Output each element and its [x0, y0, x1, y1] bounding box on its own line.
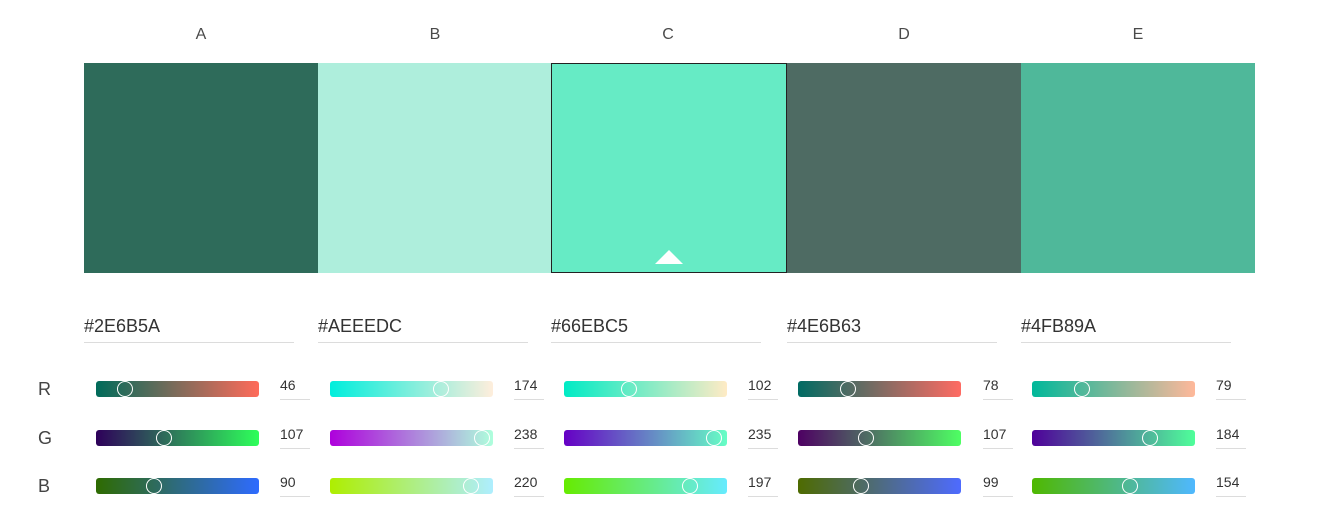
slider-thumb-g-b[interactable]: [474, 430, 491, 446]
slider-thumb-g-c[interactable]: [706, 430, 723, 446]
value-g-a[interactable]: 107: [280, 426, 310, 449]
value-b-c[interactable]: 197: [748, 474, 778, 497]
slider-r-b[interactable]: [330, 381, 493, 397]
slider-g-b[interactable]: [330, 430, 493, 446]
slider-r-a[interactable]: [96, 381, 259, 397]
slider-thumb-b-b[interactable]: [462, 478, 479, 494]
slider-b-e[interactable]: [1032, 478, 1195, 494]
value-r-e[interactable]: 79: [1216, 377, 1246, 400]
slider-thumb-g-d[interactable]: [858, 430, 875, 446]
slider-thumb-b-c[interactable]: [681, 478, 698, 494]
slider-thumb-r-c[interactable]: [621, 381, 638, 397]
color-swatch-b[interactable]: [318, 63, 551, 273]
slider-b-c[interactable]: [564, 478, 727, 494]
value-g-d[interactable]: 107: [983, 426, 1013, 449]
value-r-b[interactable]: 174: [514, 377, 544, 400]
slider-thumb-r-d[interactable]: [839, 381, 856, 397]
value-g-e[interactable]: 184: [1216, 426, 1246, 449]
slider-thumb-b-e[interactable]: [1122, 478, 1139, 494]
hex-input-a[interactable]: #2E6B5A: [84, 314, 294, 343]
hex-input-b[interactable]: #AEEEDC: [318, 314, 528, 343]
column-letter-d: D: [898, 26, 910, 43]
color-swatch-a[interactable]: [84, 63, 318, 273]
column-letter-c: C: [662, 26, 674, 43]
hex-input-c[interactable]: #66EBC5: [551, 314, 761, 343]
color-swatch-d[interactable]: [787, 63, 1021, 273]
slider-thumb-b-a[interactable]: [145, 478, 162, 494]
slider-b-b[interactable]: [330, 478, 493, 494]
color-swatch-e[interactable]: [1021, 63, 1255, 273]
slider-thumb-g-a[interactable]: [156, 430, 173, 446]
value-b-d[interactable]: 99: [983, 474, 1013, 497]
slider-thumb-r-b[interactable]: [433, 381, 450, 397]
hex-input-d[interactable]: #4E6B63: [787, 314, 997, 343]
value-g-c[interactable]: 235: [748, 426, 778, 449]
slider-r-c[interactable]: [564, 381, 727, 397]
column-letter-b: B: [429, 26, 441, 43]
slider-thumb-r-a[interactable]: [117, 381, 134, 397]
color-swatch-c[interactable]: [551, 63, 787, 273]
slider-thumb-r-e[interactable]: [1074, 381, 1091, 397]
slider-thumb-g-e[interactable]: [1141, 430, 1158, 446]
triangle-up-icon: [655, 250, 683, 264]
slider-g-e[interactable]: [1032, 430, 1195, 446]
slider-r-d[interactable]: [798, 381, 961, 397]
slider-g-c[interactable]: [564, 430, 727, 446]
slider-r-e[interactable]: [1032, 381, 1195, 397]
value-b-e[interactable]: 154: [1216, 474, 1246, 497]
value-r-a[interactable]: 46: [280, 377, 310, 400]
hex-input-e[interactable]: #4FB89A: [1021, 314, 1231, 343]
value-b-b[interactable]: 220: [514, 474, 544, 497]
value-r-c[interactable]: 102: [748, 377, 778, 400]
slider-b-a[interactable]: [96, 478, 259, 494]
slider-b-d[interactable]: [798, 478, 961, 494]
column-letter-e: E: [1132, 26, 1144, 43]
value-g-b[interactable]: 238: [514, 426, 544, 449]
slider-g-d[interactable]: [798, 430, 961, 446]
channel-label-g: G: [38, 428, 53, 448]
value-b-a[interactable]: 90: [280, 474, 310, 497]
channel-label-b: B: [38, 476, 51, 496]
slider-thumb-b-d[interactable]: [853, 478, 870, 494]
value-r-d[interactable]: 78: [983, 377, 1013, 400]
slider-g-a[interactable]: [96, 430, 259, 446]
channel-label-r: R: [38, 379, 51, 399]
column-letter-a: A: [195, 26, 207, 43]
